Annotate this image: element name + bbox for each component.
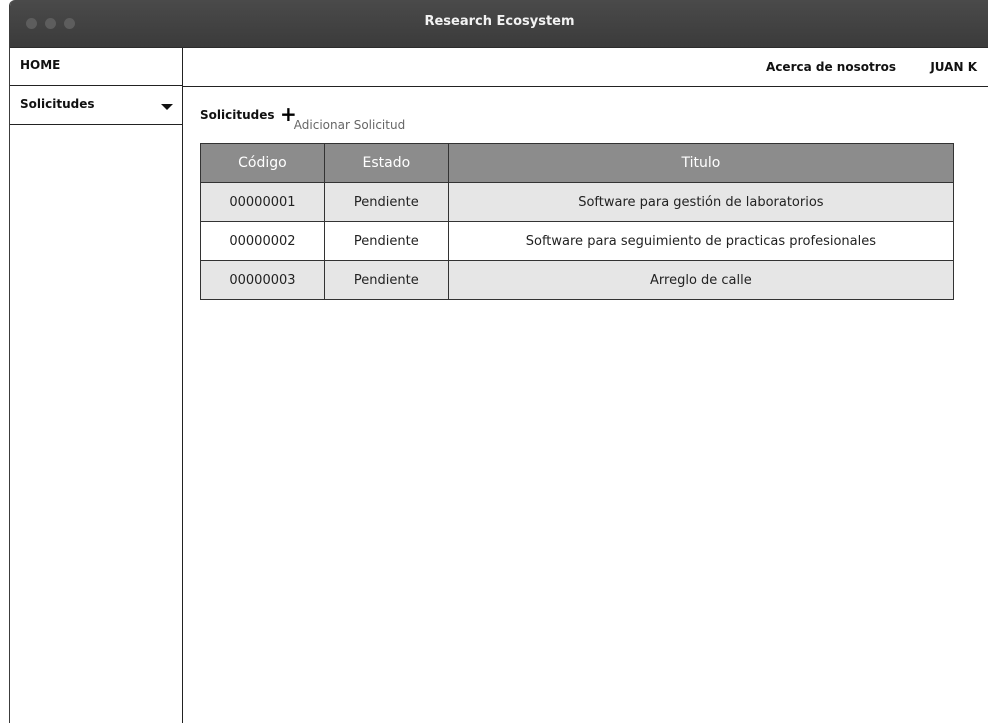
requests-table: Código Estado Titulo 00000001 Pendiente … (200, 143, 955, 300)
cell-state: Pendiente (323, 260, 449, 300)
about-link[interactable]: Acerca de nosotros (766, 60, 896, 74)
table-row[interactable]: 00000003 Pendiente Arreglo de calle (200, 260, 955, 300)
sidebar-item-home[interactable]: HOME (10, 48, 182, 86)
cell-state: Pendiente (323, 221, 449, 261)
cell-code: 00000002 (200, 221, 325, 261)
cell-state: Pendiente (323, 182, 449, 222)
cell-title: Software para gestión de laboratorios (447, 182, 955, 222)
user-menu[interactable]: JUAN K (930, 60, 977, 74)
add-request-button[interactable]: + Adicionar Solicitud (280, 104, 405, 132)
cell-title: Software para seguimiento de practicas p… (447, 221, 955, 261)
page-title: Solicitudes (200, 108, 275, 122)
sidebar-item-solicitudes[interactable]: Solicitudes (10, 87, 182, 125)
column-header-code[interactable]: Código (200, 143, 325, 183)
app-window: Research Ecosystem HOME Solicitudes Acer… (9, 0, 988, 723)
column-header-title[interactable]: Titulo (447, 143, 955, 183)
top-navigation: Acerca de nosotros JUAN K (183, 48, 988, 87)
table-row[interactable]: 00000001 Pendiente Software para gestión… (200, 182, 955, 222)
sidebar: HOME Solicitudes (10, 48, 183, 723)
title-bar: Research Ecosystem (10, 0, 988, 48)
add-request-label[interactable]: Adicionar Solicitud (294, 118, 405, 132)
table-header-row: Código Estado Titulo (200, 143, 955, 183)
window-title: Research Ecosystem (424, 14, 575, 29)
table-row[interactable]: 00000002 Pendiente Software para seguimi… (200, 221, 955, 261)
caret-down-icon[interactable] (161, 104, 173, 110)
sidebar-item-label: Solicitudes (20, 97, 95, 111)
cell-code: 00000001 (200, 182, 325, 222)
column-header-state[interactable]: Estado (323, 143, 449, 183)
cell-code: 00000003 (200, 260, 325, 300)
cell-title: Arreglo de calle (447, 260, 955, 300)
